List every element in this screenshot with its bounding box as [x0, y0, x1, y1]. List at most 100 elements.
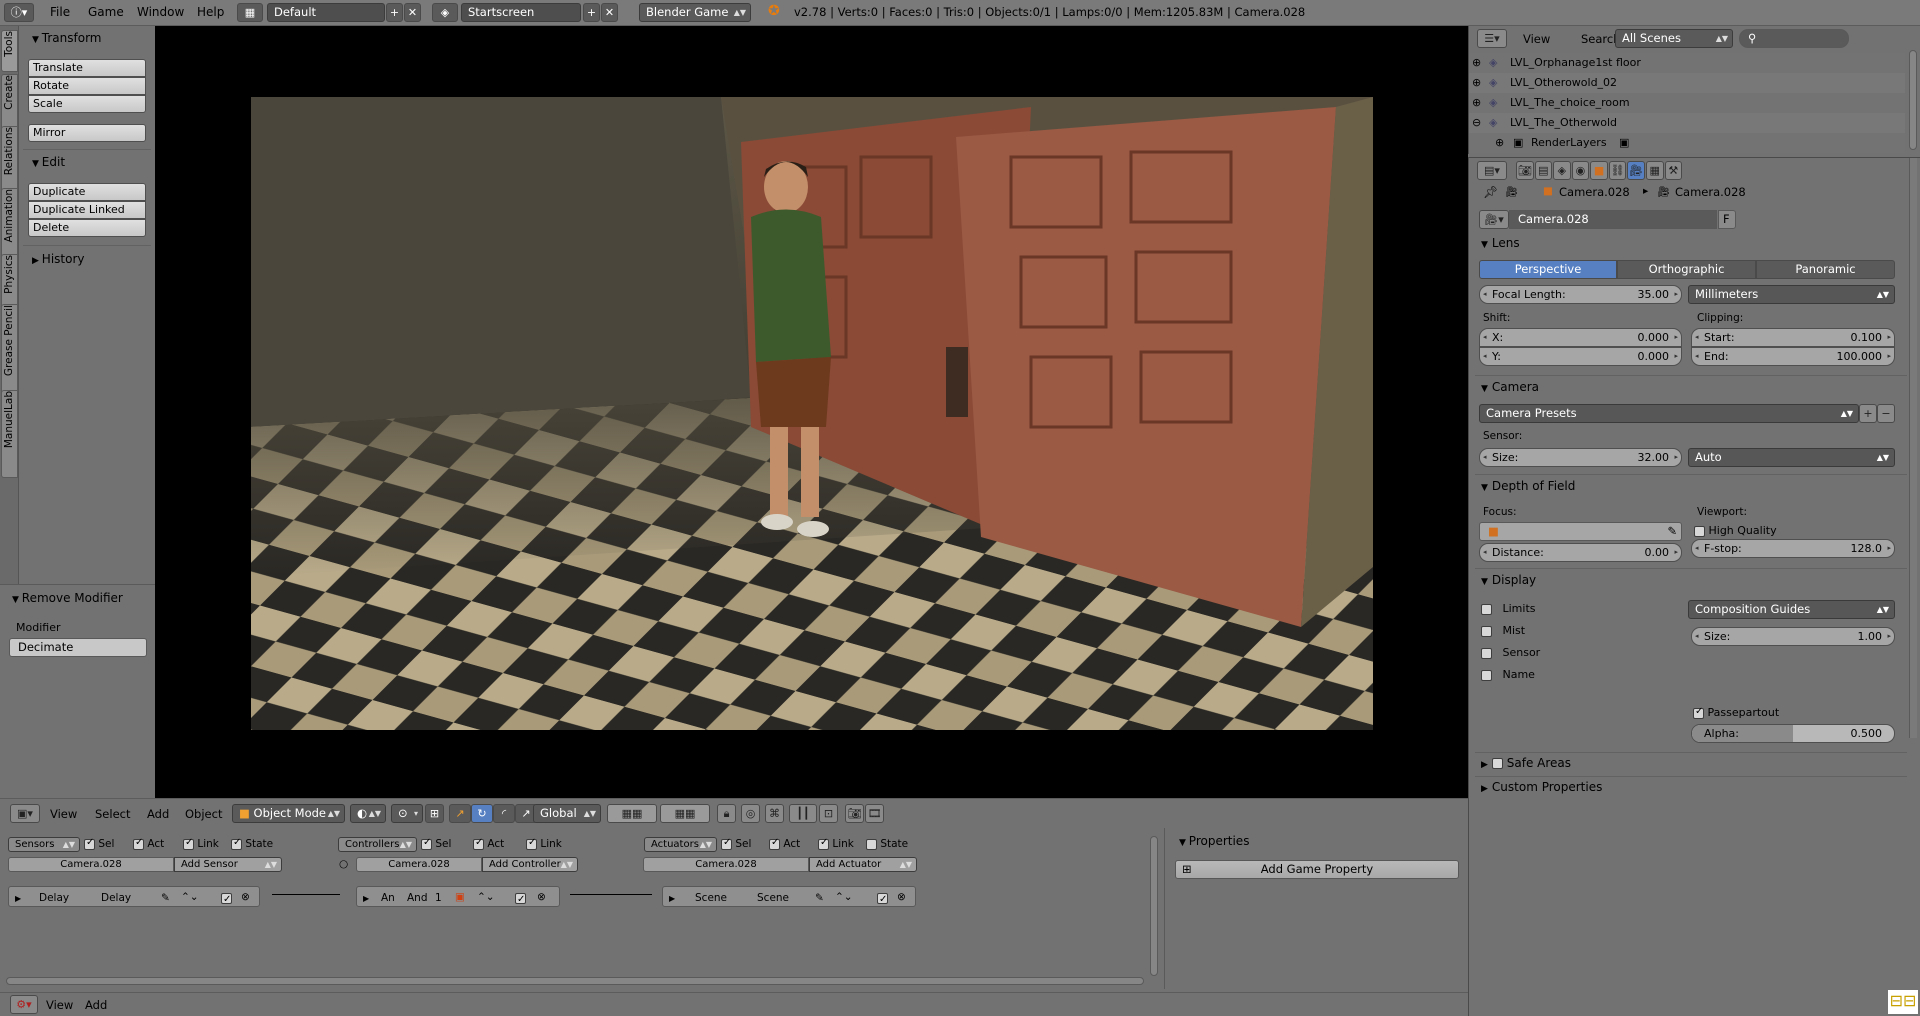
state-dot-icon[interactable]: ○: [339, 858, 348, 870]
transform-panel-header[interactable]: ▼ Transform: [32, 31, 102, 45]
pin-icon[interactable]: ✎: [815, 890, 824, 907]
sensor-fit-dropdown[interactable]: Auto ▲▼: [1688, 448, 1895, 467]
move-icon[interactable]: ⌃⌄: [181, 889, 199, 906]
remove-scene-icon[interactable]: ✕: [601, 3, 618, 22]
add-scene-icon[interactable]: +: [583, 3, 600, 22]
engine-dropdown[interactable]: Blender Game ▲▼: [639, 3, 751, 22]
add-game-property-button[interactable]: ⊞ Add Game Property: [1175, 860, 1459, 879]
vertical-scrollbar[interactable]: [1150, 836, 1158, 976]
fstop-field[interactable]: ◂ F-stop: 128.0 ▸: [1691, 539, 1895, 558]
eyedropper-icon[interactable]: ✎: [1667, 523, 1677, 540]
camera-presets-dropdown[interactable]: Camera Presets ▲▼: [1479, 404, 1859, 423]
tab-tools[interactable]: Tools: [1, 30, 18, 72]
add-preset-icon[interactable]: +: [1859, 404, 1877, 423]
render-anim-icon[interactable]: 🎞︎: [865, 804, 884, 823]
physics-tab-icon[interactable]: ⚒: [1664, 161, 1683, 180]
camera-datablock-name[interactable]: Camera.028: [1509, 210, 1717, 229]
clip-start-field[interactable]: ◂ Start: 0.100 ▸: [1691, 328, 1895, 347]
composition-guides-dropdown[interactable]: Composition Guides ▲▼: [1688, 600, 1895, 619]
sensors-sel[interactable]: Sel: [84, 837, 114, 850]
sensor-name[interactable]: Delay: [101, 890, 131, 907]
camera-datablock-icon[interactable]: 🎥︎▾: [1479, 210, 1509, 229]
scene-tab-icon[interactable]: ◈: [1553, 161, 1571, 180]
outliner-scrollbar[interactable]: [1909, 50, 1917, 150]
duplicate-linked-button[interactable]: Duplicate Linked: [28, 201, 146, 219]
outliner-filter-dropdown[interactable]: All Scenes ▲▼: [1615, 29, 1733, 48]
manipulator-toggle-icon[interactable]: ⊞: [425, 804, 444, 823]
outliner-row[interactable]: ⊕ ◈ LVL_Otherowold_02: [1469, 73, 1905, 93]
outliner-menu-view[interactable]: View: [1523, 32, 1550, 46]
snap-target-icon[interactable]: ⊡: [819, 804, 838, 823]
layers-grid-2-icon[interactable]: ▦▦: [660, 804, 710, 823]
delete-button[interactable]: Delete: [28, 219, 146, 237]
snap-icon[interactable]: ⌘: [765, 804, 784, 823]
expand-icon[interactable]: ⊕: [1495, 133, 1504, 153]
history-panel-header[interactable]: ▶ History: [32, 252, 85, 266]
layers-tab-icon[interactable]: ▤: [1534, 161, 1553, 180]
scene-icon[interactable]: ◈: [432, 3, 458, 22]
safe-areas-panel-header[interactable]: ▶ Safe Areas: [1481, 756, 1571, 770]
menu-select[interactable]: Select: [95, 807, 130, 821]
panoramic-button[interactable]: Panoramic: [1756, 260, 1895, 279]
translate-manipulator-icon[interactable]: ↗: [449, 804, 471, 823]
actuator-object-field[interactable]: Camera.028: [643, 857, 809, 872]
focal-length-field[interactable]: ◂ Focal Length: 35.00 ▸: [1479, 285, 1682, 304]
perspective-button[interactable]: Perspective: [1479, 260, 1617, 279]
dof-panel-header[interactable]: ▼ Depth of Field: [1481, 479, 1575, 493]
expand-icon[interactable]: ⊕: [1472, 53, 1481, 73]
layers-grid-1-icon[interactable]: ▦▦: [607, 804, 657, 823]
outliner-row[interactable]: ⊕ ◈ LVL_The_choice_room: [1469, 93, 1905, 113]
duplicate-button[interactable]: Duplicate: [28, 183, 146, 201]
rotate-manipulator-icon[interactable]: ↻: [471, 804, 493, 823]
modifier-field[interactable]: Decimate: [9, 638, 147, 657]
sensors-link[interactable]: Link: [183, 837, 219, 850]
expand-icon[interactable]: ▶: [669, 890, 675, 907]
sensor-object-field[interactable]: Camera.028: [8, 857, 174, 872]
remove-actuator-icon[interactable]: ⊗: [897, 889, 906, 906]
shift-y-field[interactable]: ◂ Y: 0.000 ▸: [1479, 347, 1682, 366]
clip-end-field[interactable]: ◂ End: 100.000 ▸: [1691, 347, 1895, 366]
actuators-act[interactable]: Act: [769, 837, 800, 850]
constraints-tab-icon[interactable]: ⛓: [1608, 161, 1627, 180]
camera-panel-header[interactable]: ▼ Camera: [1481, 380, 1539, 394]
horizontal-scrollbar[interactable]: [6, 977, 1144, 985]
screen-layout-field[interactable]: Default: [267, 3, 385, 22]
focus-object-field[interactable]: ■ ✎: [1479, 522, 1682, 541]
scale-manipulator-icon[interactable]: ◜: [493, 804, 515, 823]
orientation-dropdown[interactable]: Global ▲▼: [533, 804, 601, 823]
menu-object[interactable]: Object: [185, 807, 222, 821]
texture-tab-icon[interactable]: ▦: [1645, 161, 1664, 180]
name-check[interactable]: Name: [1481, 668, 1535, 681]
camera-data-tab-icon[interactable]: 🎥︎: [1627, 161, 1645, 180]
controllers-dropdown[interactable]: Controllers ▲▼: [338, 837, 417, 852]
menu-window[interactable]: Window: [137, 5, 184, 19]
shift-x-field[interactable]: ◂ X: 0.000 ▸: [1479, 328, 1682, 347]
outliner-search-input[interactable]: ⚲: [1739, 29, 1849, 48]
shading-dropdown[interactable]: ◐ ▲▼: [350, 804, 386, 823]
actuator-active-check[interactable]: [877, 890, 888, 908]
passepartout-check[interactable]: Passepartout: [1693, 706, 1779, 719]
actuators-sel[interactable]: Sel: [721, 837, 751, 850]
sensor-active-check[interactable]: [221, 890, 232, 908]
actuators-link[interactable]: Link: [818, 837, 854, 850]
expand-icon[interactable]: ⊕: [1472, 73, 1481, 93]
sensor-check[interactable]: Sensor: [1481, 646, 1540, 659]
logic-editor-type-icon[interactable]: ⚙▾: [10, 995, 38, 1014]
sensors-dropdown[interactable]: Sensors ▲▼: [8, 837, 80, 852]
properties-scrollbar[interactable]: [1909, 158, 1917, 738]
safe-areas-check[interactable]: [1491, 758, 1503, 769]
alpha-slider[interactable]: Alpha: 0.500: [1691, 724, 1895, 743]
collapse-icon[interactable]: ⊖: [1472, 113, 1481, 133]
object-tab-icon[interactable]: ■: [1590, 161, 1608, 180]
move-icon[interactable]: ⌃⌄: [835, 889, 853, 906]
pin-icon[interactable]: 📌︎: [1483, 185, 1498, 199]
3d-viewport[interactable]: [155, 26, 1468, 798]
mode-dropdown[interactable]: ■ Object Mode ▲▼: [232, 804, 345, 823]
lens-panel-header[interactable]: ▼ Lens: [1481, 236, 1520, 250]
menu-add[interactable]: Add: [147, 807, 169, 821]
render-tab-icon[interactable]: 📷︎: [1516, 161, 1534, 180]
remove-preset-icon[interactable]: −: [1877, 404, 1895, 423]
snap-element-icon[interactable]: ┃┃: [789, 804, 817, 823]
remove-sensor-icon[interactable]: ⊗: [241, 889, 250, 906]
limits-check[interactable]: Limits: [1481, 602, 1536, 615]
